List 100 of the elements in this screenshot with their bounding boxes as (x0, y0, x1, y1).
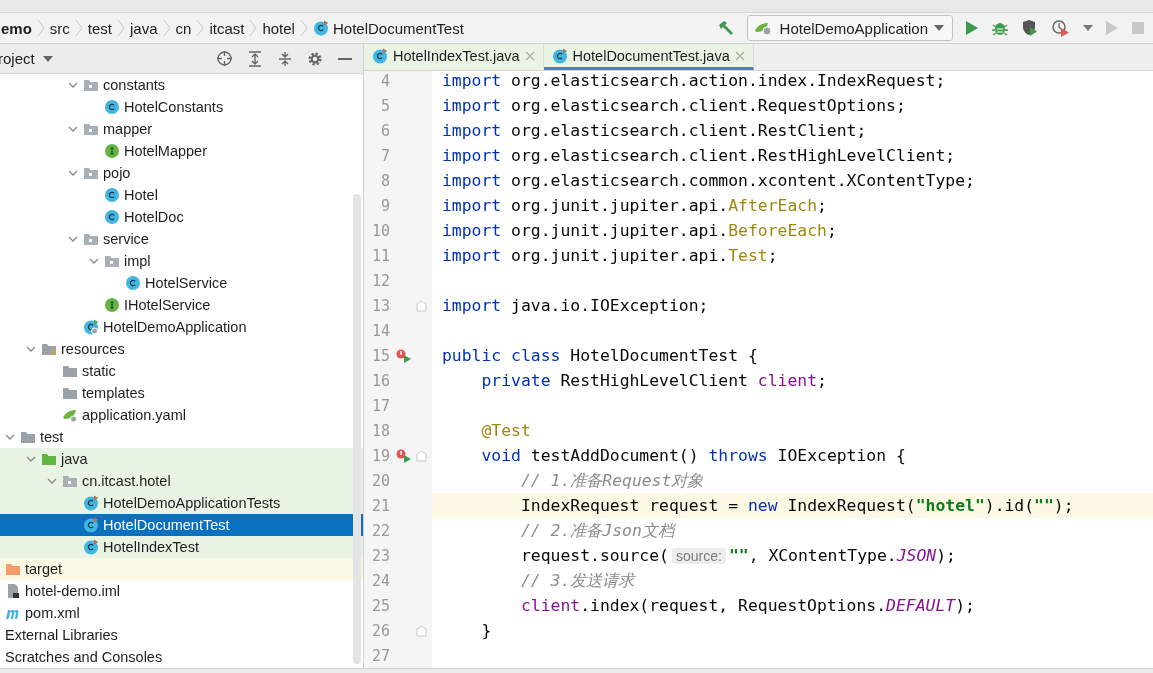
line-number: 20 (370, 471, 390, 490)
profiler-icon[interactable] (1051, 19, 1071, 37)
code-line: import org.junit.jupiter.api.Test; (441, 246, 778, 265)
class-icon (125, 275, 141, 291)
hammer-icon[interactable] (716, 19, 735, 37)
chevron-icon (162, 18, 171, 38)
close-icon[interactable] (524, 50, 535, 61)
run-configuration-dropdown[interactable]: HotelDemoApplication (746, 15, 953, 41)
caret-icon[interactable] (1083, 25, 1093, 31)
class-icon (104, 99, 120, 115)
leaf-icon (753, 20, 774, 36)
test-class-icon (372, 47, 388, 64)
line-number: 15 (370, 346, 390, 365)
code-line: import org.elasticsearch.common.xcontent.XContentType; (441, 171, 975, 190)
caret-icon[interactable] (42, 55, 53, 62)
breadcrumb[interactable]: src (46, 19, 73, 37)
tree-item[interactable]: HotelDocumentTest (0, 514, 363, 536)
tree-item[interactable]: java (0, 448, 363, 470)
code-line: client.index(request, RequestOptions.DEFAULT); (519, 596, 975, 615)
folder-icon (20, 429, 36, 445)
tree-item[interactable]: test (0, 426, 363, 448)
line-number: 16 (370, 371, 390, 390)
tree-item[interactable]: External Libraries (0, 624, 363, 646)
chevron-icon (299, 18, 308, 38)
tree-item[interactable]: HotelIndexTest (0, 536, 363, 558)
package-icon (83, 121, 99, 137)
interface-icon (104, 143, 120, 159)
package-icon (104, 253, 120, 269)
coverage-icon[interactable] (1021, 19, 1039, 37)
tree-item[interactable]: static (0, 360, 363, 382)
code-line: // 1.准备Request对象 (519, 469, 704, 492)
line-number: 7 (379, 146, 390, 165)
tree-item[interactable]: Scratches and Consoles (0, 646, 363, 668)
tree-item[interactable]: service (0, 228, 363, 250)
line-number: 11 (370, 246, 390, 265)
close-icon[interactable] (734, 50, 745, 61)
chevron-icon (36, 18, 45, 38)
tree-item[interactable]: application.yaml (0, 404, 363, 426)
tree-item[interactable]: cn.itcast.hotel (0, 470, 363, 492)
code-line: @Test (480, 421, 531, 440)
breadcrumb[interactable]: test (84, 19, 116, 37)
spring-class-icon (83, 319, 99, 335)
breadcrumb[interactable]: HotelDocumentTest (309, 19, 467, 37)
package-icon (83, 77, 99, 93)
test-class-icon (83, 539, 99, 555)
collapse-all-icon[interactable] (277, 50, 293, 67)
run-error-icon[interactable] (396, 348, 412, 363)
tree-item[interactable]: resources (0, 338, 363, 360)
run-icon[interactable] (965, 20, 979, 36)
run-error-icon[interactable] (396, 448, 412, 463)
code-line: import org.junit.jupiter.api.BeforeEach; (441, 221, 837, 240)
tree-item[interactable]: templates (0, 382, 363, 404)
scrollbar[interactable] (353, 194, 361, 664)
tree-item[interactable]: pojo (0, 162, 363, 184)
folder-icon (62, 385, 78, 401)
line-number: 23 (370, 546, 390, 565)
tree-item[interactable]: HotelDemoApplication (0, 316, 363, 338)
code-line: import java.io.IOException; (441, 296, 709, 315)
chevron-icon (117, 18, 126, 38)
folder-icon (41, 451, 57, 467)
line-number: 27 (370, 646, 390, 665)
tree-item[interactable]: constants (0, 74, 363, 96)
code-line: private RestHighLevelClient client; (480, 371, 827, 390)
tree-item[interactable]: HotelMapper (0, 140, 363, 162)
crosshair-icon[interactable] (216, 50, 233, 67)
breadcrumb[interactable]: cn (172, 19, 195, 37)
tree-item[interactable]: hotel-demo.iml (0, 580, 363, 602)
tree-item[interactable]: HotelDemoApplicationTests (0, 492, 363, 514)
tree-item[interactable]: impl (0, 250, 363, 272)
breadcrumb[interactable]: hotel (259, 19, 298, 37)
line-number: 10 (370, 221, 390, 240)
tree-item[interactable]: pom.xml (0, 602, 363, 624)
editor-tab[interactable]: HotelDocumentTest.java (543, 44, 754, 70)
line-number: 14 (370, 321, 390, 340)
line-number: 5 (379, 96, 390, 115)
tree-item[interactable]: HotelDoc (0, 206, 363, 228)
editor-tab[interactable]: HotelIndexTest.java (364, 44, 544, 70)
settings-icon[interactable] (307, 50, 323, 67)
folder-icon (5, 561, 21, 577)
breadcrumb[interactable]: emo (0, 19, 35, 37)
file-icon (5, 583, 21, 599)
chevron-icon (74, 18, 83, 38)
code-line: // 2.准备Json文档 (519, 519, 674, 542)
tree-item[interactable]: Hotel (0, 184, 363, 206)
line-number: 24 (370, 571, 390, 590)
code-line: // 3.发送请求 (519, 569, 635, 592)
tree-item[interactable]: target (0, 558, 363, 580)
class-icon (104, 209, 120, 225)
line-number: 22 (370, 521, 390, 540)
package-icon (83, 165, 99, 181)
test-class-icon (551, 47, 568, 64)
breadcrumb[interactable]: itcast (206, 19, 248, 37)
tree-item[interactable]: HotelConstants (0, 96, 363, 118)
code-line: import org.junit.jupiter.api.AfterEach; (441, 196, 827, 215)
tree-item[interactable]: HotelService (0, 272, 363, 294)
tree-item[interactable]: IHotelService (0, 294, 363, 316)
breadcrumb[interactable]: java (127, 19, 161, 37)
expand-all-icon[interactable] (247, 50, 263, 67)
test-class-icon (83, 517, 99, 533)
tree-item[interactable]: mapper (0, 118, 363, 140)
